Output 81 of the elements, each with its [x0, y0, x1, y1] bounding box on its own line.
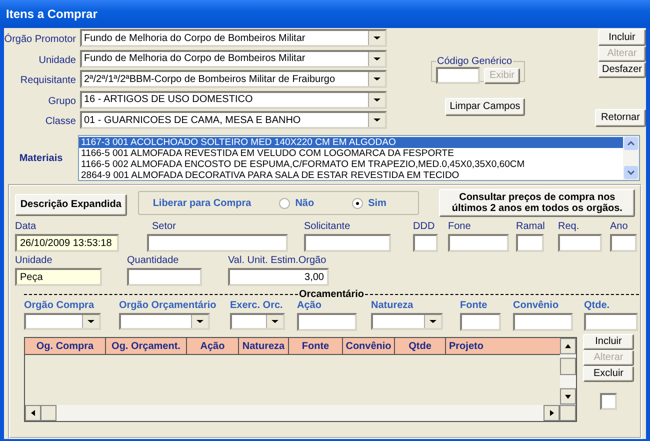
dropdown-field[interactable]: 16 - ARTIGOS DE USO DOMESTICO [80, 90, 387, 109]
field-label: Unidade [38, 54, 77, 66]
input-field[interactable] [584, 313, 638, 331]
list-item[interactable]: 1166-5 002 ALMOFADA ENCOSTO DE ESPUMA,C/FORMATO EM TRAPEZIO,MED.0,45X0,35X0,60CM [79, 159, 623, 170]
scrollbar[interactable] [623, 136, 639, 180]
column-header[interactable]: Natureza [239, 338, 289, 354]
materials-list[interactable] [78, 135, 640, 181]
action-button[interactable]: Excluir [583, 366, 634, 382]
field-label: Val. Unit. Estim.Orgão [228, 255, 326, 268]
field-label: Fone [448, 221, 471, 234]
dropdown-field[interactable] [230, 313, 285, 330]
checkbox[interactable] [600, 393, 617, 410]
field-label: Ano [610, 221, 628, 234]
input-field[interactable] [304, 234, 391, 252]
dropdown-field[interactable]: 01 - GUARNICOES DE CAMA, MESA E BANHO [80, 111, 387, 130]
field-label: Solicitante [304, 221, 350, 234]
input-field[interactable]: 3,00 [228, 268, 329, 286]
column-header[interactable]: Projeto [446, 338, 560, 354]
field-label: Fonte [460, 300, 488, 313]
consult-prices-button[interactable]: Consultar preços de compra nos últimos 2 anos em todos os orgãos. [439, 189, 635, 217]
field-label: Convênio [513, 300, 559, 313]
field-label: Natureza [371, 300, 414, 313]
field-label: Qtde. [584, 300, 610, 313]
field-label: Ramal [516, 221, 545, 234]
dropdown-field[interactable] [24, 313, 101, 330]
budget-legend: Orcamentário [298, 289, 366, 300]
input-field[interactable]: 26/10/2009 13:53:18 [15, 234, 119, 252]
field-label: Data [15, 221, 36, 234]
group-legend: Código Genérico [436, 56, 514, 67]
input-field[interactable] [460, 313, 501, 331]
dropdown-field[interactable]: Fundo de Melhoria do Corpo de Bombeiros Militar [80, 50, 387, 68]
input-field[interactable] [610, 234, 637, 252]
input-field[interactable] [513, 313, 573, 331]
window-title: Itens a Comprar [6, 7, 98, 21]
dropdown-field[interactable] [371, 313, 443, 330]
column-header[interactable]: Og. Orçament. [106, 338, 187, 354]
dropdown-field[interactable]: 2ª/2ª/1ª/2ªBBM-Corpo de Bombeiros Militar de Fraiburgo [80, 70, 387, 88]
dropdown-field[interactable]: Fundo de Melhoria do Corpo de Bombeiros Militar [80, 29, 387, 48]
radio-option[interactable]: Não [279, 198, 314, 208]
field-label: Orgão Compra [24, 300, 94, 313]
scrollbar[interactable] [560, 338, 576, 405]
expanded-description-button[interactable]: Descrição Expandida [15, 194, 127, 216]
field-label: Grupo [47, 94, 77, 107]
field-label: Orgão Orçamentário [119, 300, 216, 313]
dropdown-field[interactable] [119, 313, 210, 330]
field-label: Órgão Promotor [3, 32, 77, 46]
scrollbar[interactable] [25, 405, 576, 421]
materials-label: Materiais [18, 152, 64, 164]
input-field[interactable] [558, 234, 602, 252]
action-button[interactable]: Desfazer [598, 62, 646, 78]
input-field[interactable] [297, 313, 357, 331]
field-label: Classe [44, 115, 77, 128]
list-item[interactable]: 2864-9 001 ALMOFADA DECORATIVA PARA SALA DE ESTAR REVESTIDA EM TECIDO [79, 170, 623, 180]
input-field[interactable] [448, 234, 509, 252]
field-label: Quantidade [127, 255, 179, 268]
list-item[interactable]: 1166-5 001 ALMOFADA REVESTIDA EM VELUDO COM LOGOMARCA DA FESPORTE [79, 148, 623, 159]
column-header[interactable]: Fonte [289, 338, 343, 354]
input-field[interactable]: Peça [15, 268, 102, 286]
input-field[interactable] [127, 268, 202, 286]
field-label: Ação [297, 300, 322, 313]
return-button[interactable]: Retornar [595, 109, 646, 127]
release-label: Liberar para Compra [152, 198, 252, 208]
field-label: DDD [413, 221, 435, 234]
field-label: Req. [558, 221, 580, 234]
action-button[interactable]: Incluir [583, 334, 634, 350]
field-label: Setor [151, 221, 176, 234]
list-item[interactable]: 1167-3 001 ACOLCHOADO SOLTEIRO MED 140X220 CM EM ALGODAO [79, 137, 623, 148]
field-label: Unidade [15, 255, 52, 268]
input-field[interactable] [436, 67, 480, 84]
action-button[interactable]: Incluir [598, 29, 646, 46]
column-header[interactable]: Convênio [343, 338, 395, 354]
field-label: Requisitante [19, 74, 77, 86]
input-field[interactable] [147, 234, 288, 252]
field-label: Exerc. Orc. [230, 300, 283, 313]
column-header[interactable]: Ação [187, 338, 239, 354]
clear-fields-button[interactable]: Limpar Campos [445, 98, 525, 116]
input-field[interactable] [413, 234, 438, 252]
input-field[interactable] [516, 234, 544, 252]
column-header[interactable]: Og. Compra [25, 338, 106, 354]
radio-option[interactable]: Sim [352, 198, 386, 208]
column-header[interactable]: Qtde [395, 338, 446, 354]
